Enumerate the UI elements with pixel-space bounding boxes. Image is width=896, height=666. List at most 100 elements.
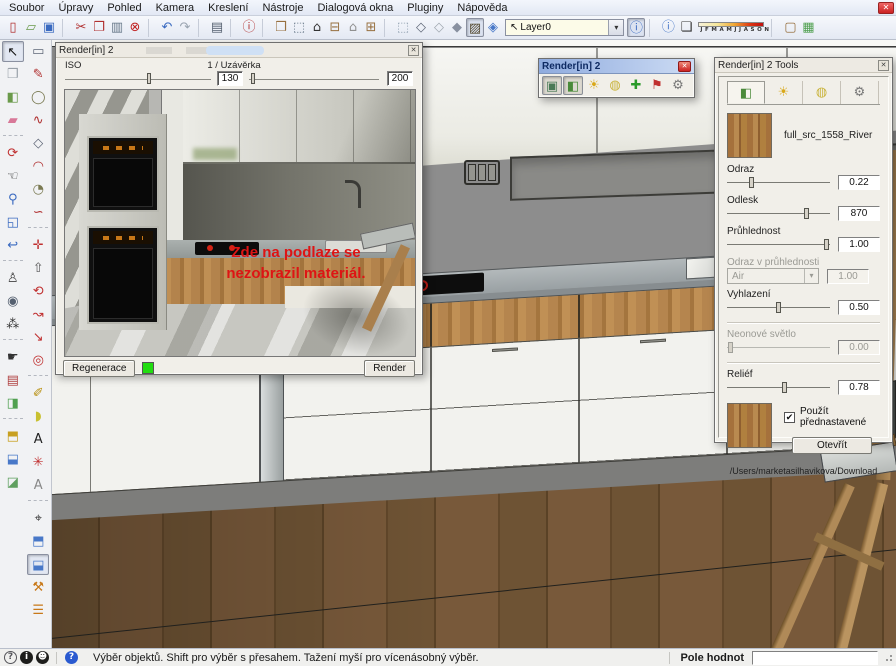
look-around-icon[interactable]: ◉ [2,291,24,312]
shaded-style-icon[interactable]: ◆ [448,18,466,37]
textured-style-icon[interactable]: ▨ [466,18,484,37]
model-info-icon[interactable]: ⓘ [240,18,258,37]
menu-pohled[interactable]: Pohled [100,1,148,15]
tools-panel-titlebar[interactable]: Render[in] 2 Tools ✕ [715,58,892,73]
arc-tool-icon[interactable]: ◠ [27,156,49,177]
tab-environment[interactable]: ☀ [765,81,803,104]
menu-soubor[interactable]: Soubor [2,1,51,15]
line-tool-icon[interactable]: ✎ [27,64,49,85]
iso-slider[interactable] [65,72,211,86]
zoom-icon[interactable]: ⚲ [2,189,24,210]
refraction-select[interactable]: Air ▾ [727,268,819,284]
close-icon[interactable]: ✕ [878,60,889,71]
offset-tool-icon[interactable]: ◎ [27,350,49,371]
save-icon[interactable]: ▣ [40,18,58,37]
dresser-icon[interactable]: ⊞ [362,18,380,37]
relief-slider[interactable] [727,381,830,394]
freehand-tool-icon[interactable]: ∿ [27,110,49,131]
plugin-wrench-icon[interactable]: ⚒ [27,577,49,598]
export-image-icon[interactable]: ▦ [799,18,817,37]
odlesk-value[interactable]: 870 [838,206,880,221]
material-thumbnail[interactable] [727,113,772,158]
hidden-line-style-icon[interactable]: ◇ [430,18,448,37]
make-component-icon[interactable]: ❒ [2,64,24,85]
protractor-icon[interactable]: ◗ [27,406,49,427]
document-close-button[interactable]: ✕ [878,2,894,14]
polygon-tool-icon[interactable]: ◇ [27,133,49,154]
select-tool[interactable]: ↖ [2,41,24,62]
model-viewport[interactable]: Render[in] 2 ✕ ISO 1 / Uzávěrka 130 200 [52,40,896,648]
copy-icon[interactable]: ❐ [90,18,108,37]
shutter-slider[interactable] [249,72,379,86]
entity-info-icon[interactable]: ⓘ [659,18,677,37]
circle-tool-icon[interactable]: ◯ [27,87,49,108]
styles-box-icon[interactable]: ◨ [2,393,24,414]
tab-lights[interactable]: ◍ [803,81,841,104]
pie-tool-icon[interactable]: ◔ [27,179,49,200]
shadow-dialog-icon[interactable]: ❏ [677,18,695,37]
solid-union-icon[interactable]: ◪ [2,472,24,493]
vyhlazeni-slider[interactable] [727,301,830,314]
zoom-previous-icon[interactable]: ↩ [2,235,24,256]
delete-icon[interactable]: ⊗ [126,18,144,37]
chevron-down-icon[interactable]: ▾ [804,269,818,283]
layer-info-button[interactable]: ⓘ [627,18,645,37]
solid-intersect-icon[interactable]: ⬓ [2,449,24,470]
shadow-months-strip[interactable]: JFMAMJJASON [698,22,764,34]
odraz-slider[interactable] [727,176,830,189]
section-plane-icon[interactable]: ☛ [2,347,24,368]
eraser-icon[interactable]: ▰ [2,110,24,131]
follow-me-icon[interactable]: ↝ [27,304,49,325]
odraz-value[interactable]: 0.22 [838,175,880,190]
close-icon[interactable]: ✕ [408,45,419,56]
rectangle-tool-icon[interactable]: ▭ [27,41,49,62]
undo-icon[interactable]: ↶ [158,18,176,37]
wireframe-style-icon[interactable]: ◇ [412,18,430,37]
house-outline-icon[interactable]: ⌂ [344,18,362,37]
fence-component-icon[interactable]: ☰ [27,600,49,621]
move-tool-icon[interactable]: ✛ [27,235,49,256]
warehouse-icon[interactable]: ❒ [272,18,290,37]
renderin-material-icon[interactable]: ⬓ [27,554,49,575]
paste-icon[interactable]: ▥ [108,18,126,37]
material-editor-icon[interactable]: ◧ [563,76,583,95]
renderin-toolbar-titlebar[interactable]: Render[in] 2 ✕ [539,59,694,74]
layer-combo[interactable]: ↖ Layer0 ▾ [505,19,624,36]
open-file-icon[interactable]: ▱ [22,18,40,37]
frame-style-icon[interactable]: ▢ [781,18,799,37]
settings-icon[interactable]: ⚙ [668,76,688,95]
signin-icon[interactable]: ☻ [36,651,49,664]
zoom-window-icon[interactable]: ◱ [2,212,24,233]
materials-browser-icon[interactable]: ▤ [2,370,24,391]
render-window-titlebar[interactable]: Render[in] 2 ✕ [56,43,422,58]
vyhlazeni-value[interactable]: 0.50 [838,300,880,315]
light-icon[interactable]: ◍ [605,76,625,95]
measurements-input[interactable] [752,651,878,665]
tab-materials[interactable]: ◧ [727,81,765,104]
solid-shell-icon[interactable]: ⬒ [2,426,24,447]
cut-icon[interactable]: ✂ [72,18,90,37]
pan-icon[interactable]: ☜ [2,166,24,187]
print-icon[interactable]: ▤ [208,18,226,37]
text-tool-icon[interactable]: A [27,429,49,450]
position-camera-icon[interactable]: ♙ [2,268,24,289]
monochrome-style-icon[interactable]: ◈ [484,18,502,37]
paint-bucket-icon[interactable]: ◧ [2,87,24,108]
shutter-value[interactable]: 200 [387,71,413,86]
tape-measure-icon[interactable]: ✐ [27,383,49,404]
iso-value[interactable]: 130 [217,71,243,86]
cabinet-icon[interactable]: ⊟ [326,18,344,37]
open-button[interactable]: Otevřít [792,437,872,454]
flag-light-icon[interactable]: ⚑ [647,76,667,95]
renderin-render-icon[interactable]: ⬒ [27,531,49,552]
compass-icon[interactable]: ⌖ [27,508,49,529]
orbit-icon[interactable]: ⟳ [2,143,24,164]
menu-kamera[interactable]: Kamera [149,1,202,15]
render-button[interactable]: Render [364,360,415,377]
axes-tool-icon[interactable]: ✳ [27,452,49,473]
render-preview-icon[interactable]: ▣ [542,76,562,95]
pruhlednost-value[interactable]: 1.00 [838,237,880,252]
relief-value[interactable]: 0.78 [838,380,880,395]
menu-upravy[interactable]: Úpravy [51,1,100,15]
menu-napoveda[interactable]: Nápověda [450,1,514,15]
